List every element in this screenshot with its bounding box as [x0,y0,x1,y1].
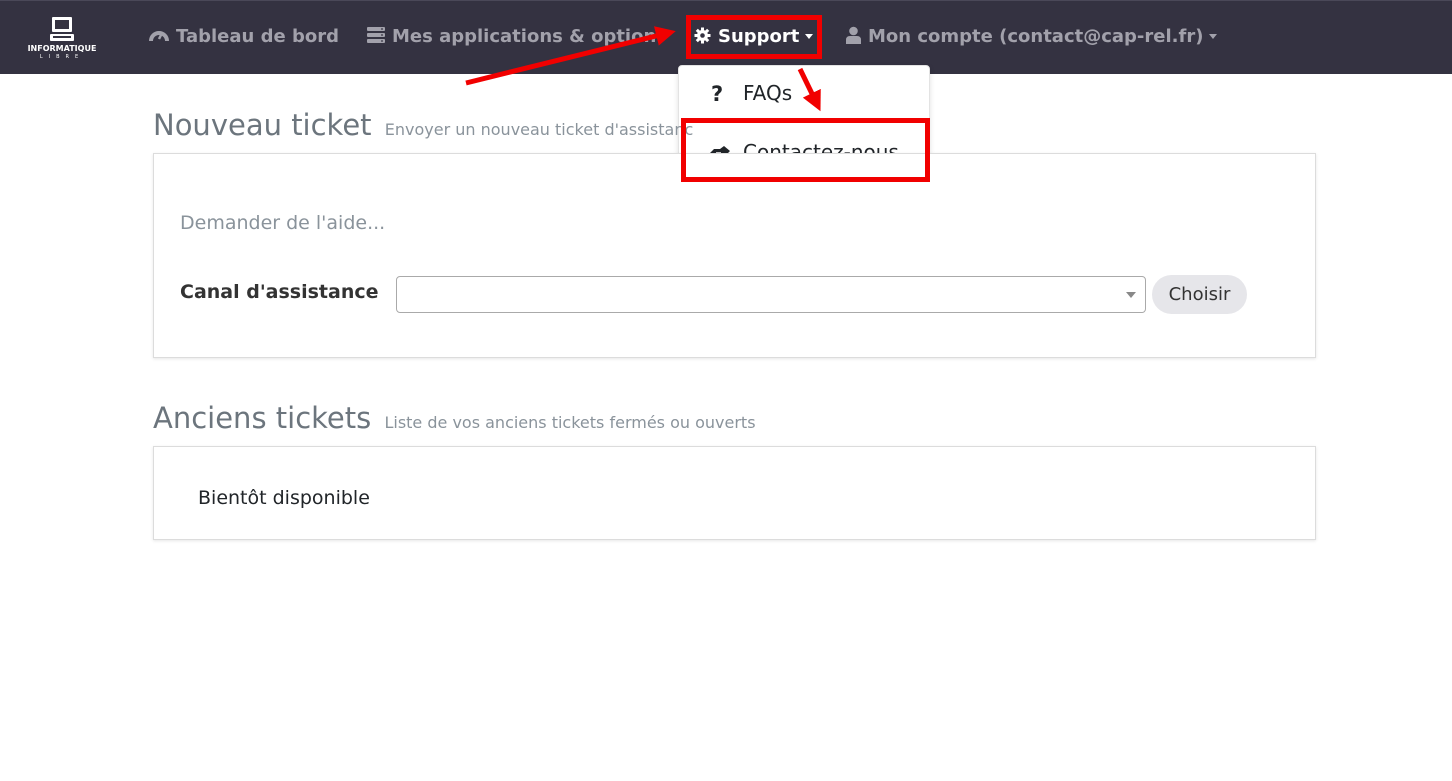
new-ticket-subtitle: Envoyer un nouveau ticket d'assistanc [384,120,694,139]
nav-account[interactable]: Mon compte (contact@cap-rel.fr) [846,26,1218,49]
nav-account-label: Mon compte (contact@cap-rel.fr) [868,26,1204,47]
logo-subtitle: LIBRE [39,54,85,60]
svg-text:?: ? [711,83,723,105]
support-highlight-box [686,15,822,59]
app-logo[interactable]: INFORMATIQUE LIBRE [26,15,98,63]
nav-dashboard[interactable]: Tableau de bord [149,26,339,49]
nav-applications[interactable]: Mes applications & option [367,26,656,49]
choose-button[interactable]: Choisir [1152,275,1247,314]
old-tickets-heading: Anciens tickets Liste de vos anciens tic… [153,401,756,435]
new-ticket-card: Demander de l'aide... Canal d'assistance… [153,153,1316,358]
old-tickets-card: Bientôt disponible [153,446,1316,540]
menu-item-faqs-label: FAQs [743,81,793,105]
old-tickets-title: Anciens tickets [153,401,372,435]
help-prompt: Demander de l'aide... [180,212,386,234]
coming-soon-text: Bientôt disponible [198,487,370,509]
user-icon [846,26,861,49]
channel-label: Canal d'assistance [180,281,379,303]
chevron-down-icon [1209,34,1218,39]
chevron-down-icon [1126,292,1136,298]
old-tickets-subtitle: Liste de vos anciens tickets fermés ou o… [384,413,756,432]
new-ticket-title: Nouveau ticket [153,108,372,142]
new-ticket-heading: Nouveau ticket Envoyer un nouveau ticket… [153,108,693,142]
menu-item-faqs[interactable]: ? FAQs [679,67,929,121]
nav-dashboard-label: Tableau de bord [176,26,339,47]
computer-icon [50,17,74,41]
server-icon [367,26,385,49]
question-icon: ? [707,82,731,106]
logo-title: INFORMATIQUE [27,44,97,53]
dashboard-icon [149,26,169,49]
contact-highlight-box [681,118,930,182]
channel-select[interactable] [396,276,1146,313]
nav-applications-label: Mes applications & option [392,26,657,47]
